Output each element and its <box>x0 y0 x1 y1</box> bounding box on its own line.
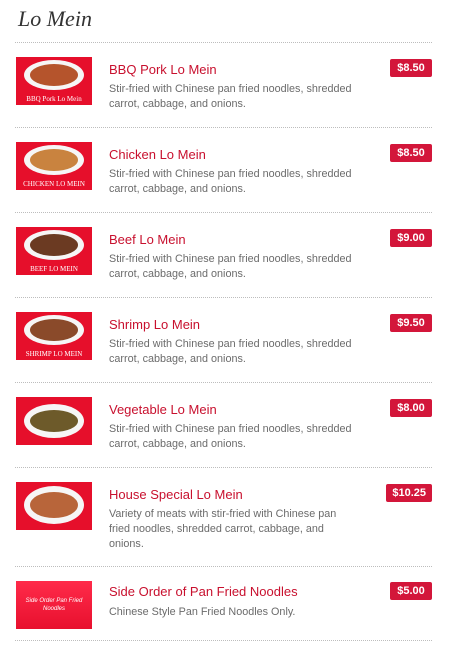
item-description: Stir-fried with Chinese pan fried noodle… <box>109 338 352 365</box>
dish-photo[interactable] <box>16 397 92 445</box>
divider <box>15 212 432 213</box>
item-name[interactable]: Chicken Lo Mein <box>109 147 206 162</box>
item-name[interactable]: BBQ Pork Lo Mein <box>109 62 217 77</box>
item-name[interactable]: Beef Lo Mein <box>109 232 186 247</box>
dish-photo-caption: BBQ Pork Lo Mein <box>26 95 82 103</box>
price-badge: $8.50 <box>390 59 432 77</box>
dish-photo[interactable]: CHICKEN LO MEIN <box>16 142 92 190</box>
item-description: Chinese Style Pan Fried Noodles Only. <box>109 606 296 618</box>
dish-photo[interactable]: BEEF LO MEIN <box>16 227 92 275</box>
item-description: Stir-fried with Chinese pan fried noodle… <box>109 168 352 195</box>
item-name[interactable]: Vegetable Lo Mein <box>109 402 217 417</box>
item-description: Stir-fried with Chinese pan fried noodle… <box>109 83 352 110</box>
price-badge: $9.50 <box>390 314 432 332</box>
price-badge: $9.00 <box>390 229 432 247</box>
price-badge: $5.00 <box>390 582 432 600</box>
dish-photo[interactable]: BBQ Pork Lo Mein <box>16 57 92 105</box>
item-description: Stir-fried with Chinese pan fried noodle… <box>109 253 352 280</box>
divider <box>15 467 432 468</box>
dish-photo-caption: CHICKEN LO MEIN <box>23 180 85 188</box>
dish-photo-caption: SHRIMP LO MEIN <box>25 350 83 358</box>
dish-photo[interactable]: Side Order Pan Fried Noodles <box>16 581 92 629</box>
item-name[interactable]: Shrimp Lo Mein <box>109 317 200 332</box>
divider <box>15 42 432 43</box>
dish-photo[interactable]: SHRIMP LO MEIN <box>16 312 92 360</box>
dish-photo[interactable] <box>16 482 92 530</box>
price-badge: $10.25 <box>386 484 432 502</box>
dish-photo-caption: Side Order Pan Fried Noodles <box>25 598 83 612</box>
item-description: Variety of meats with stir-fried with Ch… <box>109 508 337 550</box>
price-badge: $8.50 <box>390 144 432 162</box>
divider <box>15 566 432 567</box>
item-name[interactable]: House Special Lo Mein <box>109 487 243 502</box>
divider <box>15 127 432 128</box>
price-badge: $8.00 <box>390 399 432 417</box>
dish-photo-caption: BEEF LO MEIN <box>30 265 78 273</box>
divider <box>15 297 432 298</box>
item-description: Stir-fried with Chinese pan fried noodle… <box>109 423 352 450</box>
section-title: Lo Mein <box>18 6 92 31</box>
divider <box>15 382 432 383</box>
item-name[interactable]: Side Order of Pan Fried Noodles <box>109 584 298 599</box>
divider <box>15 640 432 641</box>
